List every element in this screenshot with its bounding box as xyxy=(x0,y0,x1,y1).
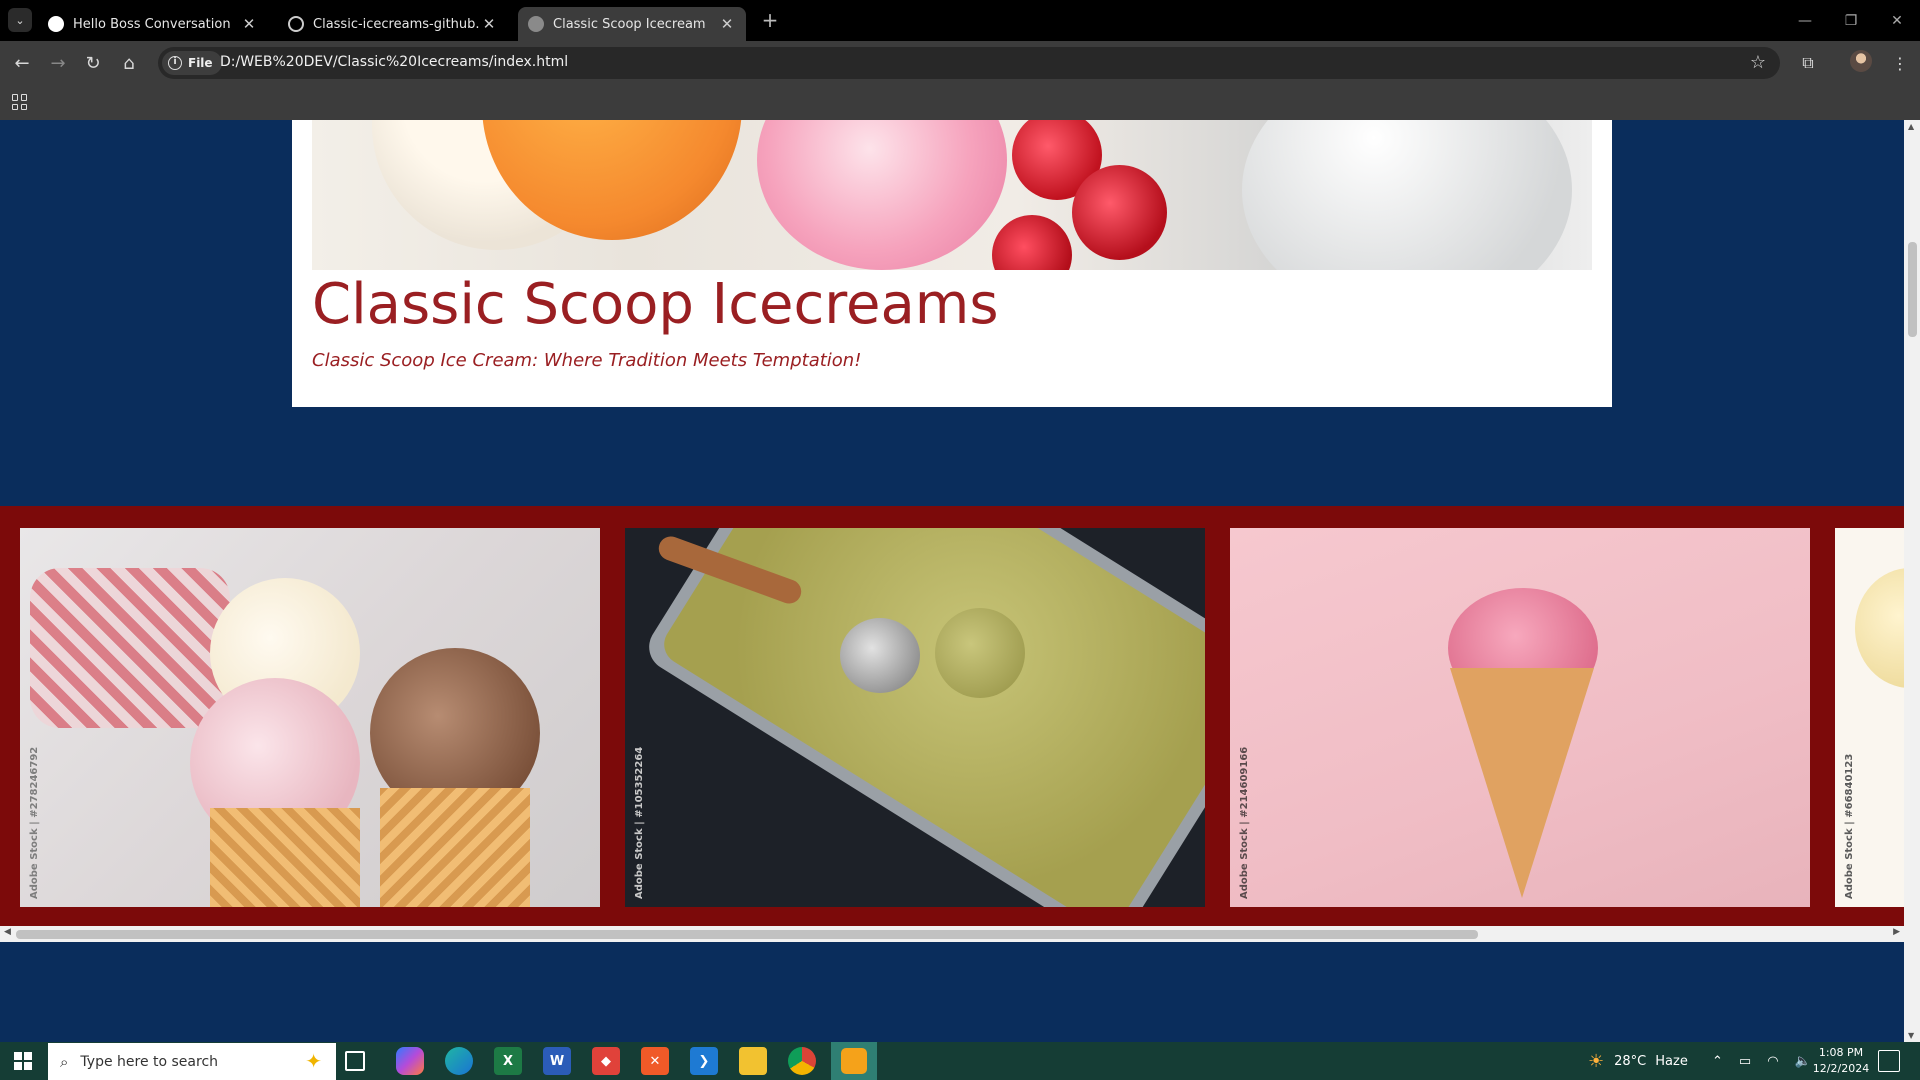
waffle-cone xyxy=(210,808,360,907)
gallery-photo: Adobe Stock | #214609166 xyxy=(1230,528,1810,907)
scroll-right-arrow-icon[interactable]: ▶ xyxy=(1893,927,1900,937)
gallery-photo: Adobe Stock | #66840123 xyxy=(1835,528,1904,907)
photo-credit: Adobe Stock | #105352264 xyxy=(634,746,645,899)
anydesk-icon[interactable]: ◆ xyxy=(592,1047,620,1075)
weather-widget[interactable]: ☀ 28°C Haze xyxy=(1588,1042,1688,1080)
wifi-icon[interactable]: ◠ xyxy=(1767,1054,1778,1069)
battery-icon[interactable]: ▭ xyxy=(1739,1054,1751,1069)
github-favicon-icon xyxy=(288,16,304,32)
hero-image xyxy=(312,120,1592,270)
back-arrow-icon[interactable]: ← xyxy=(8,49,36,77)
address-bar[interactable]: i File D:/WEB%20DEV/Classic%20Icecreams/… xyxy=(158,47,1780,79)
close-tab-icon[interactable]: ✕ xyxy=(718,15,736,33)
file-explorer-icon[interactable] xyxy=(739,1047,767,1075)
scroll-left-arrow-icon[interactable]: ◀ xyxy=(4,927,11,937)
bookmark-star-icon[interactable]: ☆ xyxy=(1750,52,1766,73)
napkin xyxy=(30,568,230,728)
more-menu-icon[interactable]: ⋮ xyxy=(1886,49,1914,77)
info-icon: i xyxy=(168,56,182,70)
image-gallery[interactable]: Adobe Stock | #278246792 Adobe Stock | #… xyxy=(0,506,1904,926)
browser-toolbar: ← → ↻ ⌂ i File D:/WEB%20DEV/Classic%20Ic… xyxy=(0,41,1920,84)
windows-taskbar: ⌕ Type here to search ✦ X W ◆ ✕ ❯ ☀ 28°C… xyxy=(0,1042,1920,1080)
photo-credit: Adobe Stock | #214609166 xyxy=(1239,746,1250,899)
edge-icon[interactable] xyxy=(445,1047,473,1075)
gelato-scoop xyxy=(935,608,1025,698)
tab-title: Hello Boss Conversation xyxy=(73,16,231,32)
tab-hello-boss[interactable]: Hello Boss Conversation ✕ xyxy=(38,7,268,41)
scroll-down-arrow-icon[interactable]: ▼ xyxy=(1908,1031,1914,1040)
weather-temp: 28°C xyxy=(1614,1053,1647,1069)
notifications-icon[interactable] xyxy=(1878,1050,1900,1072)
forward-arrow-icon[interactable]: → xyxy=(44,49,72,77)
hero-raspberry xyxy=(992,215,1072,270)
app-icon xyxy=(841,1048,867,1074)
url-text[interactable]: D:/WEB%20DEV/Classic%20Icecreams/index.h… xyxy=(220,54,568,70)
page-viewport: Classic Scoop Icecreams Classic Scoop Ic… xyxy=(0,120,1904,1042)
site-info-chip[interactable]: i File xyxy=(162,51,222,75)
tab-classic-scoop[interactable]: Classic Scoop Icecream ✕ xyxy=(518,7,746,41)
tab-title: Classic-icecreams-github.io/README xyxy=(313,16,480,32)
reload-icon[interactable]: ↻ xyxy=(79,49,107,77)
volume-icon[interactable]: 🔈 xyxy=(1795,1054,1811,1069)
taskbar-search-box[interactable]: ⌕ Type here to search ✦ xyxy=(48,1043,336,1080)
lemon-scoop xyxy=(1855,568,1904,688)
page-tagline: Classic Scoop Ice Cream: Where Tradition… xyxy=(312,350,862,371)
tab-strip: ⌄ Hello Boss Conversation ✕ Classic-icec… xyxy=(0,0,1920,41)
clock-time: 1:08 PM xyxy=(1818,1046,1864,1059)
chip-label: File xyxy=(188,56,213,70)
hero-bowl xyxy=(1242,120,1572,270)
gallery-photo: Adobe Stock | #105352264 xyxy=(625,528,1205,907)
search-placeholder: Type here to search xyxy=(80,1053,219,1070)
waffle-cone xyxy=(1450,668,1594,898)
home-icon[interactable]: ⌂ xyxy=(115,49,143,77)
excel-icon[interactable]: X xyxy=(494,1047,522,1075)
chrome-icon[interactable] xyxy=(788,1047,816,1075)
windows-start-icon[interactable] xyxy=(14,1052,32,1070)
header-card: Classic Scoop Icecreams Classic Scoop Ic… xyxy=(292,120,1612,407)
metal-scoop xyxy=(840,618,920,693)
new-tab-plus-icon[interactable]: + xyxy=(758,8,782,32)
horizontal-scroll-thumb[interactable] xyxy=(16,930,1478,939)
vscode-icon[interactable]: ❯ xyxy=(690,1047,718,1075)
bookmarks-bar xyxy=(0,84,1920,120)
globe-favicon-icon xyxy=(528,16,544,32)
vertical-scroll-thumb[interactable] xyxy=(1908,242,1917,337)
weather-sun-icon: ☀ xyxy=(1588,1050,1605,1072)
tray-chevron-up-icon[interactable]: ⌃ xyxy=(1712,1054,1723,1069)
profile-avatar[interactable] xyxy=(1850,50,1872,72)
tab-github-readme[interactable]: Classic-icecreams-github.io/README ✕ xyxy=(278,7,508,41)
clock-date: 12/2/2024 xyxy=(1812,1062,1870,1075)
restore-icon[interactable]: ❐ xyxy=(1828,0,1874,41)
waffle-cone xyxy=(380,788,530,907)
page-title: Classic Scoop Icecreams xyxy=(312,272,999,337)
task-view-icon[interactable] xyxy=(345,1051,365,1071)
photo-credit: Adobe Stock | #66840123 xyxy=(1844,753,1855,899)
active-app-highlight[interactable] xyxy=(831,1042,877,1080)
horizontal-scrollbar[interactable]: ◀ ▶ xyxy=(0,926,1904,942)
close-tab-icon[interactable]: ✕ xyxy=(240,15,258,33)
hero-strawberry-scoop xyxy=(757,120,1007,270)
system-tray: ⌃ ▭ ◠ 🔈 xyxy=(1712,1042,1811,1080)
tab-title: Classic Scoop Icecream xyxy=(553,16,706,32)
taskbar-clock[interactable]: 1:08 PM 12/2/2024 xyxy=(1810,1045,1872,1077)
chatgpt-favicon-icon xyxy=(48,16,64,32)
word-icon[interactable]: W xyxy=(543,1047,571,1075)
scroll-up-arrow-icon[interactable]: ▲ xyxy=(1908,122,1914,131)
search-icon: ⌕ xyxy=(60,1052,69,1071)
close-window-icon[interactable]: ✕ xyxy=(1874,0,1920,41)
copilot-icon[interactable] xyxy=(396,1047,424,1075)
minimize-icon[interactable]: — xyxy=(1782,0,1828,41)
window-controls: — ❐ ✕ xyxy=(1782,0,1920,41)
xampp-icon[interactable]: ✕ xyxy=(641,1047,669,1075)
apps-grid-icon[interactable] xyxy=(12,94,28,110)
vertical-scrollbar[interactable]: ▲ ▼ xyxy=(1904,120,1920,1042)
weather-condition: Haze xyxy=(1655,1053,1688,1069)
gallery-photo: Adobe Stock | #278246792 xyxy=(20,528,600,907)
photo-credit: Adobe Stock | #278246792 xyxy=(29,746,40,899)
hero-raspberry xyxy=(1072,165,1167,260)
close-tab-icon[interactable]: ✕ xyxy=(480,15,498,33)
extensions-puzzle-icon[interactable]: ⧉ xyxy=(1794,49,1822,77)
copilot-sparkle-icon: ✦ xyxy=(305,1049,322,1073)
tab-search-chevron-icon[interactable]: ⌄ xyxy=(8,8,32,32)
